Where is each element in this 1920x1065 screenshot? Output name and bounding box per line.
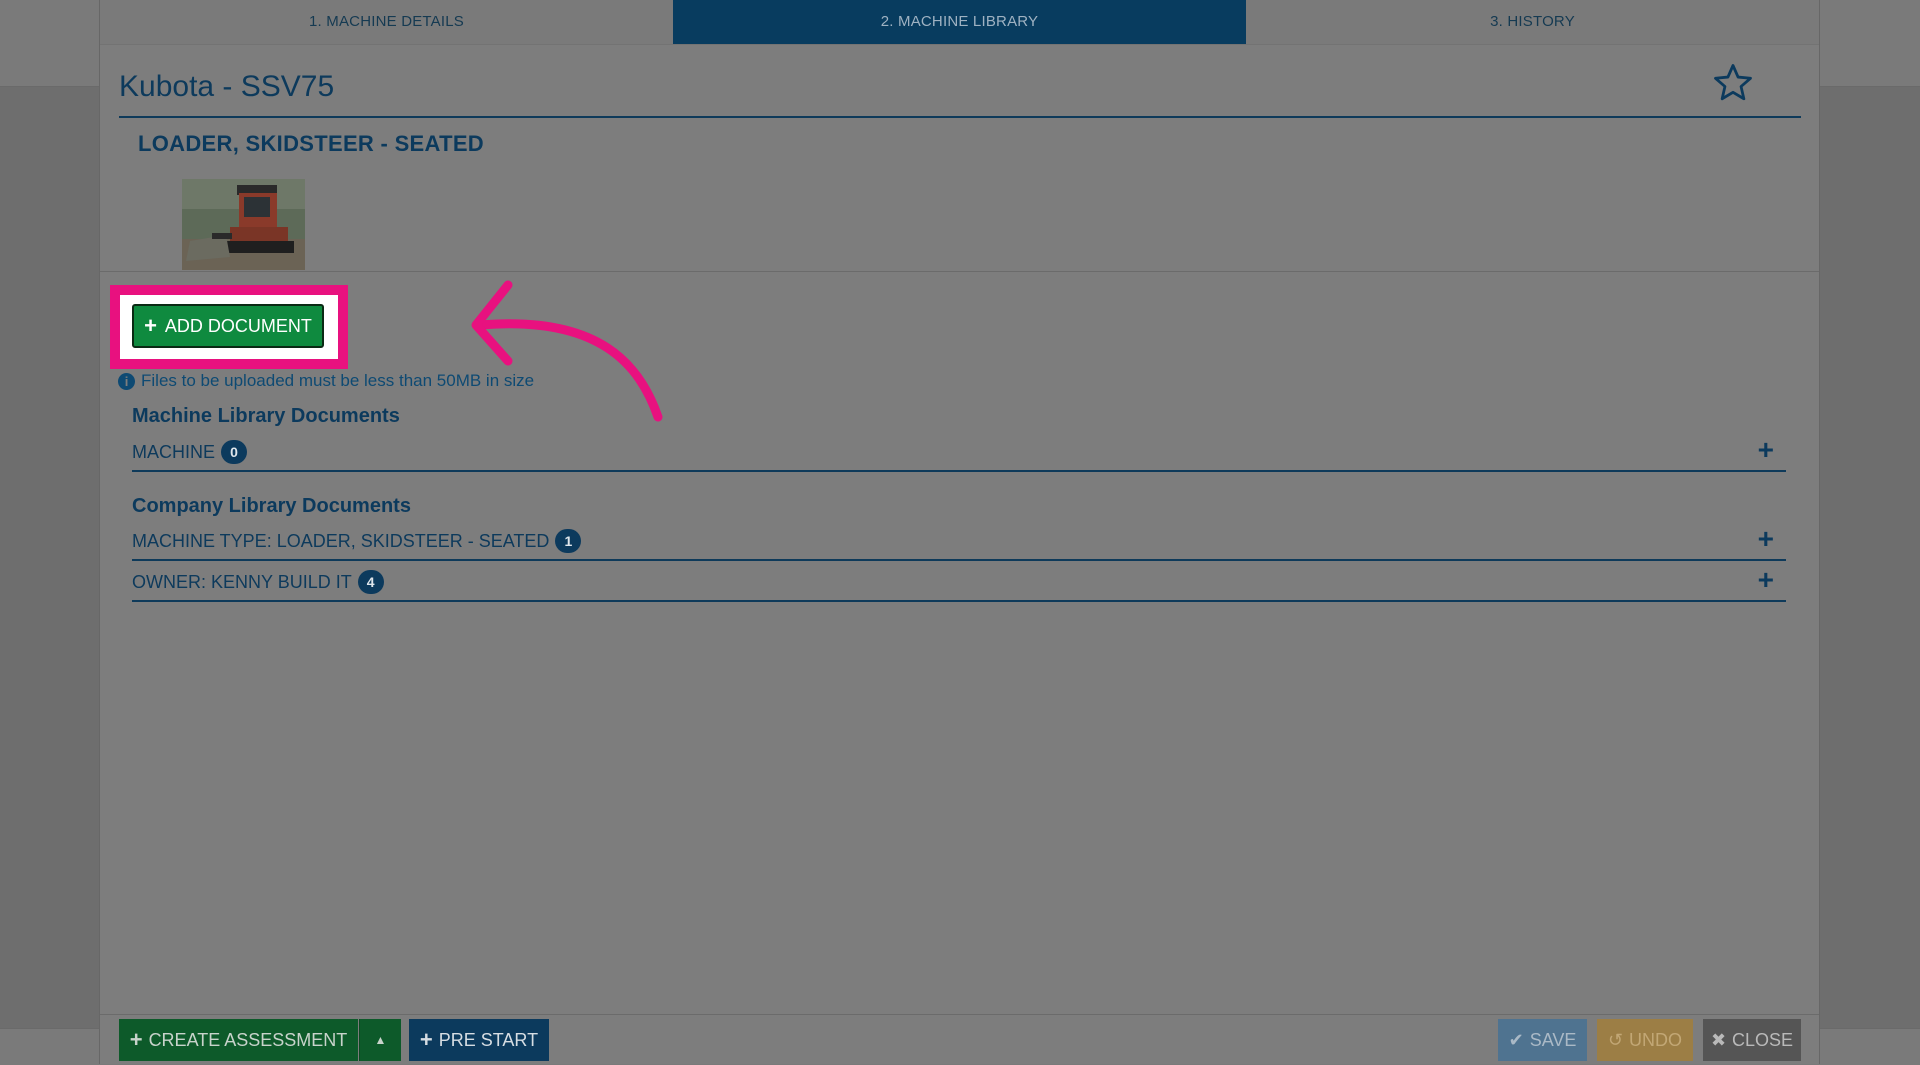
create-assessment-button[interactable]: + CREATE ASSESSMENT xyxy=(119,1019,358,1061)
save-label: SAVE xyxy=(1529,1029,1577,1050)
close-button[interactable]: ✖ CLOSE xyxy=(1703,1019,1801,1061)
upload-size-text: Files to be uploaded must be less than 5… xyxy=(141,371,535,390)
row-label-text: OWNER: KENNY BUILD IT xyxy=(132,571,352,592)
list-item: MACHINE 0 + xyxy=(132,432,1786,472)
company-library-heading: Company Library Documents xyxy=(132,495,411,517)
add-document-label: ADD DOCUMENT xyxy=(164,315,312,336)
list-item: OWNER: KENNY BUILD IT 4 + xyxy=(132,562,1786,602)
add-document-button[interactable]: + ADD DOCUMENT xyxy=(132,304,324,348)
expand-plus-icon[interactable]: + xyxy=(1758,564,1774,596)
tab-machine-details[interactable]: 1. MACHINE DETAILS xyxy=(100,0,673,44)
row-label[interactable]: OWNER: KENNY BUILD IT 4 xyxy=(132,570,384,594)
machine-title: Kubota - SSV75 xyxy=(119,70,335,103)
machine-thumbnail xyxy=(182,179,305,270)
upload-size-info: i Files to be uploaded must be less than… xyxy=(118,371,534,391)
machine-library-heading: Machine Library Documents xyxy=(132,405,400,427)
row-label[interactable]: MACHINE 0 xyxy=(132,440,248,464)
create-assessment-label: CREATE ASSESSMENT xyxy=(148,1029,348,1050)
create-assessment-dropdown-button[interactable]: ▲ xyxy=(359,1019,401,1061)
pre-start-button[interactable]: + PRE START xyxy=(409,1019,549,1061)
caret-up-icon: ▲ xyxy=(374,1033,387,1047)
tab-machine-library[interactable]: 2. MACHINE LIBRARY xyxy=(673,0,1246,44)
check-icon: ✔ xyxy=(1508,1029,1524,1050)
row-label-text: MACHINE TYPE: LOADER, SKIDSTEER - SEATED xyxy=(132,530,550,551)
tab-history[interactable]: 3. HISTORY xyxy=(1246,0,1819,44)
info-icon: i xyxy=(118,372,135,390)
save-button[interactable]: ✔ SAVE xyxy=(1498,1019,1587,1061)
count-badge: 0 xyxy=(221,440,248,464)
favorite-star-icon[interactable] xyxy=(1712,62,1754,104)
undo-icon: ↺ xyxy=(1607,1029,1624,1050)
count-badge: 1 xyxy=(555,529,582,553)
footer-divider xyxy=(100,1014,1819,1015)
plus-icon: + xyxy=(419,1027,433,1052)
pre-start-label: PRE START xyxy=(438,1029,539,1050)
tab-bar: 1. MACHINE DETAILS 2. MACHINE LIBRARY 3.… xyxy=(100,0,1819,45)
machine-type: LOADER, SKIDSTEER - SEATED xyxy=(138,131,484,156)
close-label: CLOSE xyxy=(1732,1029,1794,1050)
expand-plus-icon[interactable]: + xyxy=(1758,434,1774,466)
plus-icon: + xyxy=(129,1027,143,1052)
undo-button[interactable]: ↺ UNDO xyxy=(1597,1019,1693,1061)
count-badge: 4 xyxy=(357,570,384,594)
undo-label: UNDO xyxy=(1629,1029,1683,1050)
plus-icon: + xyxy=(144,313,157,338)
close-icon: ✖ xyxy=(1710,1029,1727,1050)
list-item: MACHINE TYPE: LOADER, SKIDSTEER - SEATED… xyxy=(132,521,1786,561)
pointer-arrow-icon xyxy=(471,280,663,422)
expand-plus-icon[interactable]: + xyxy=(1758,523,1774,555)
row-label-text: MACHINE xyxy=(132,441,216,462)
row-label[interactable]: MACHINE TYPE: LOADER, SKIDSTEER - SEATED… xyxy=(132,529,582,553)
machine-modal: 1. MACHINE DETAILS 2. MACHINE LIBRARY 3.… xyxy=(99,0,1820,1064)
title-divider xyxy=(119,116,1801,118)
section-divider xyxy=(100,271,1819,272)
